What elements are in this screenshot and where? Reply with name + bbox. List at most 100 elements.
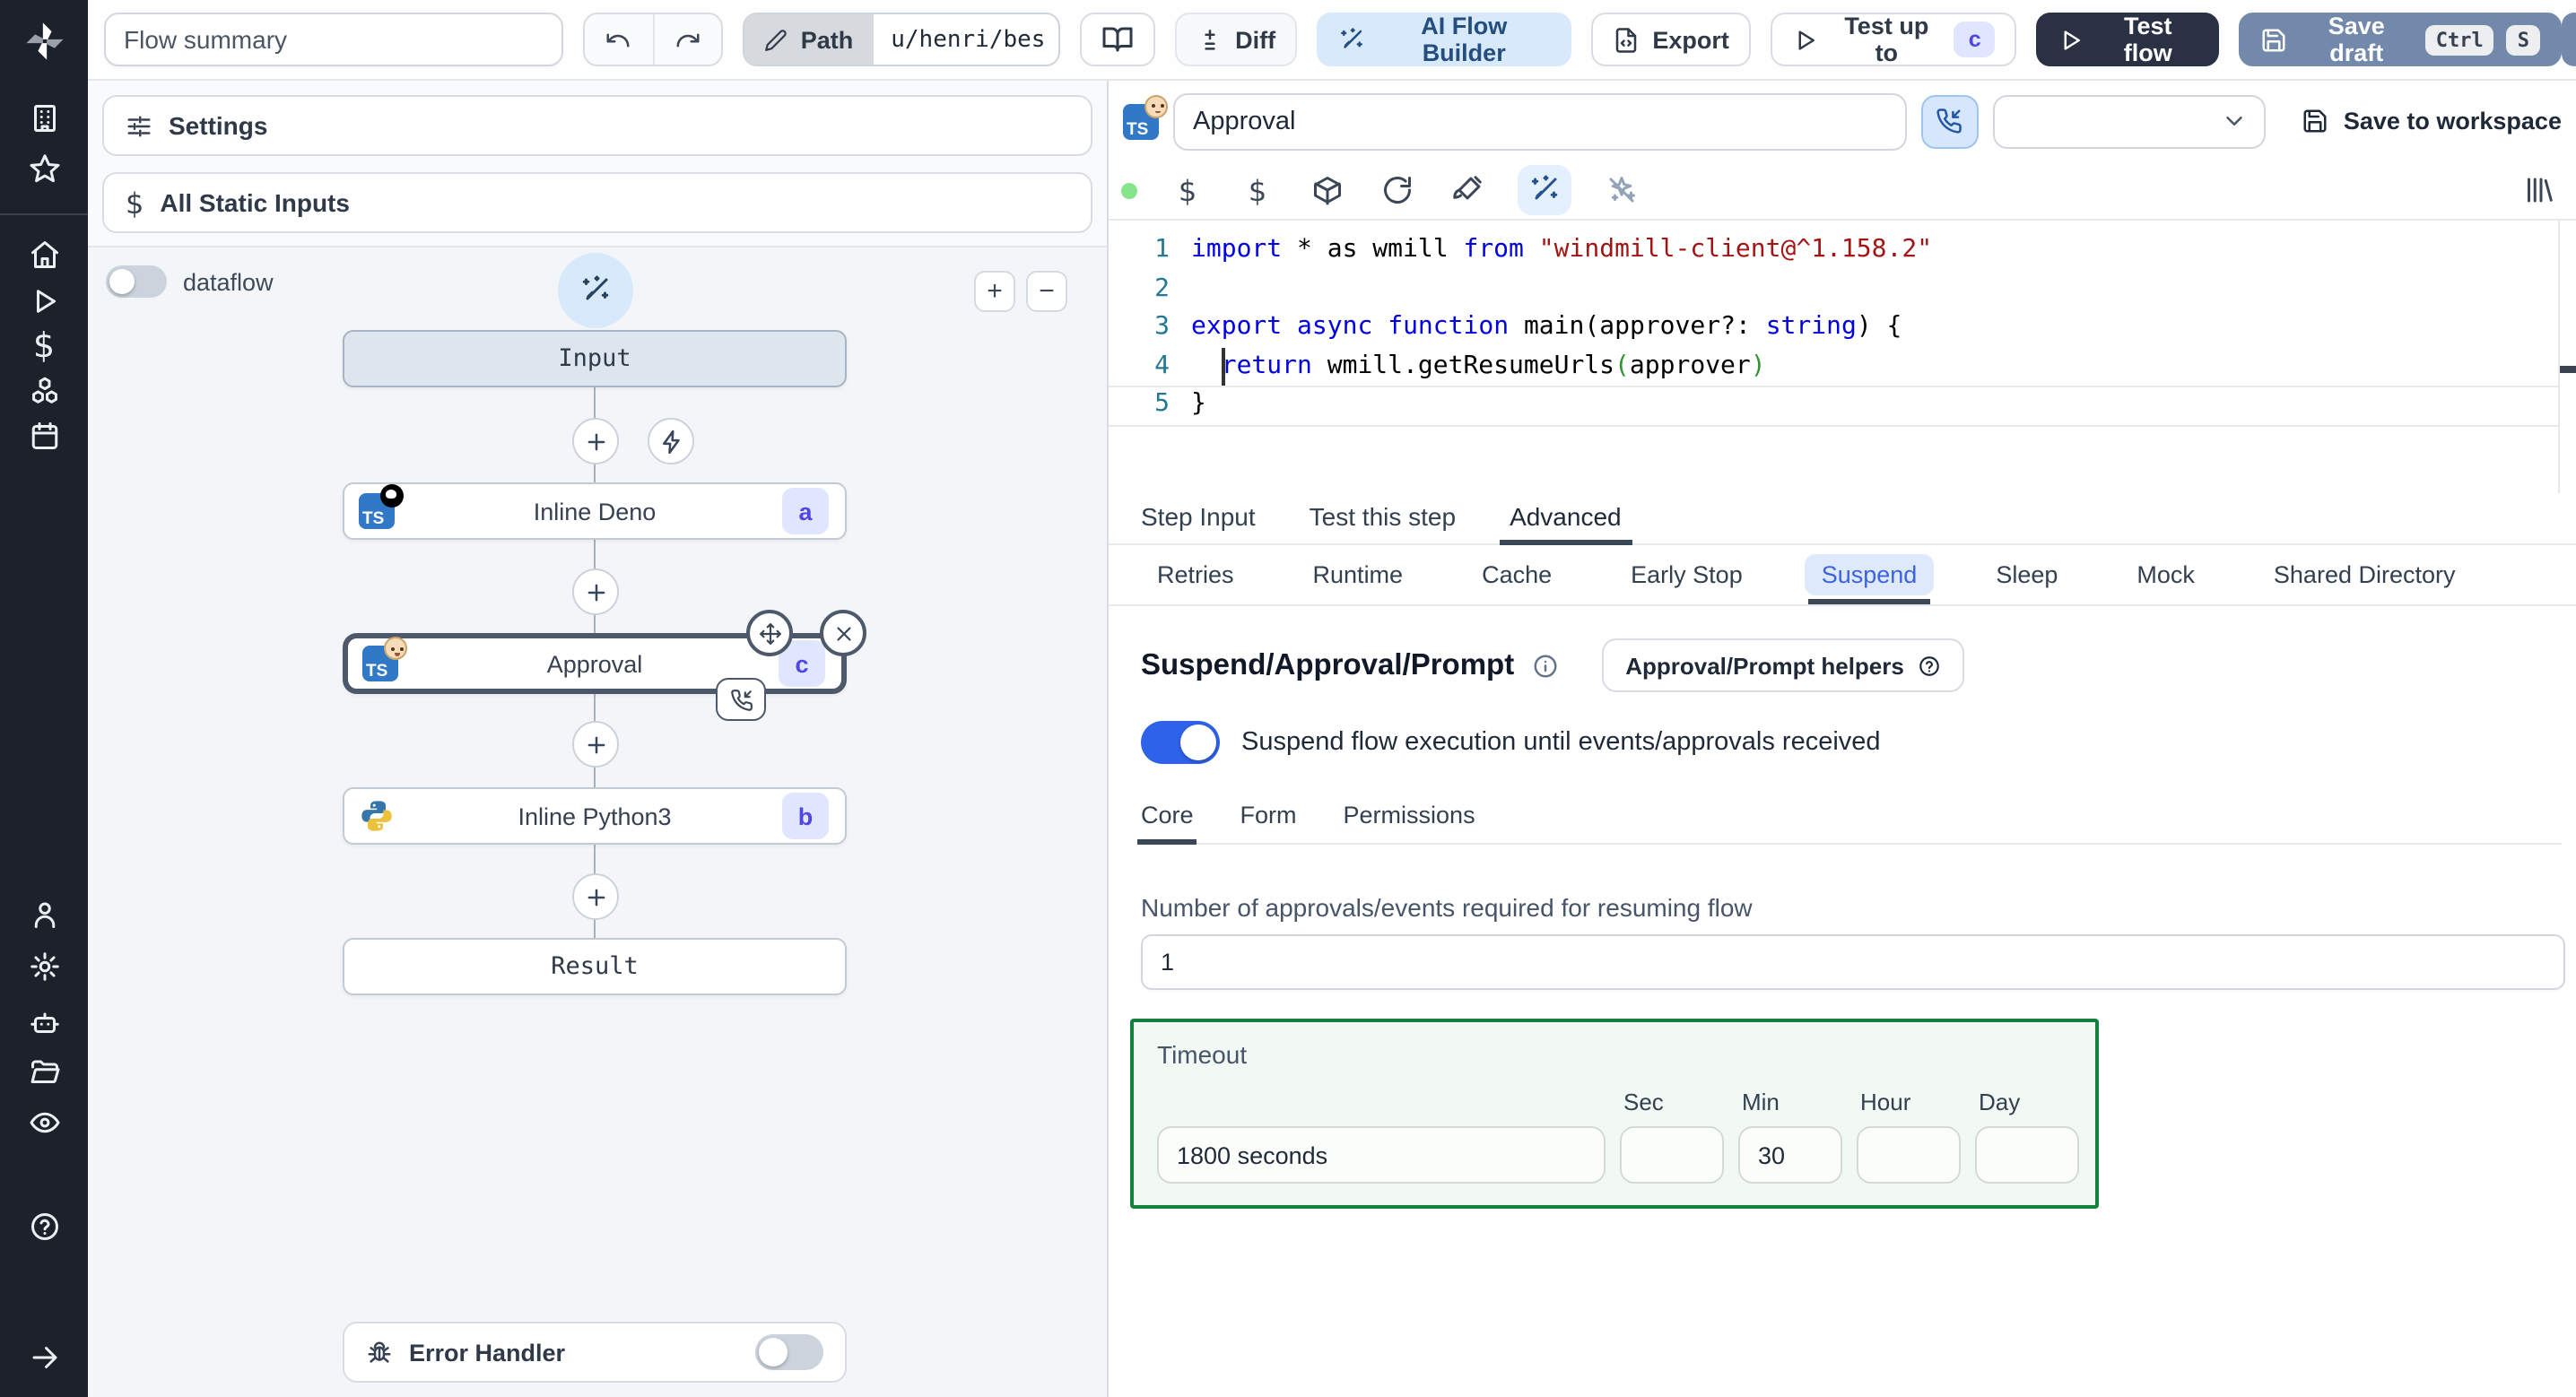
add-trigger-button[interactable] — [648, 418, 694, 464]
flow-settings-button[interactable]: Settings — [102, 95, 1092, 156]
add-step-button[interactable] — [572, 568, 619, 615]
flow-summary-input[interactable]: Flow summary — [104, 13, 563, 66]
timeout-hour-input[interactable] — [1857, 1126, 1961, 1184]
innertab-permissions[interactable]: Permissions — [1344, 802, 1475, 843]
innertab-form[interactable]: Form — [1240, 802, 1297, 843]
timeout-sec-input[interactable] — [1620, 1126, 1724, 1184]
error-handler-box[interactable]: Error Handler — [343, 1322, 847, 1383]
overview-ruler — [2558, 221, 2560, 493]
step-name-input[interactable]: Approval — [1173, 92, 1907, 150]
folder-icon[interactable] — [0, 1056, 88, 1089]
export-button[interactable]: Export — [1591, 13, 1751, 66]
dataflow-label: dataflow — [183, 268, 274, 295]
tab-test-this-step[interactable]: Test this step — [1310, 502, 1456, 543]
star-icon[interactable] — [0, 152, 88, 185]
code-editor[interactable]: 1 2 3 4 5 import * as wmill from "windmill-c… — [1109, 221, 2576, 493]
boxes-icon[interactable] — [0, 375, 88, 407]
package-icon[interactable] — [1308, 170, 1347, 210]
line-number: 1 — [1154, 235, 1170, 264]
subtab-shared-directory[interactable]: Shared Directory — [2258, 545, 2472, 604]
approval-prompt-helpers-button[interactable]: Approval/Prompt helpers — [1602, 638, 1965, 692]
subtab-sleep[interactable]: Sleep — [1980, 545, 2074, 604]
refresh-icon[interactable] — [1378, 170, 1417, 210]
subtab-early-stop[interactable]: Early Stop — [1614, 545, 1759, 604]
undo-button[interactable] — [585, 14, 654, 65]
all-static-inputs-button[interactable]: $ All Static Inputs — [102, 172, 1092, 233]
info-icon[interactable] — [1532, 652, 1559, 679]
approvals-count-input[interactable]: 1 — [1141, 934, 2565, 990]
suspend-heading: Suspend/Approval/Prompt — [1141, 648, 1515, 681]
bot-icon[interactable] — [0, 1006, 88, 1038]
library-icon[interactable] — [2519, 170, 2558, 210]
add-step-button[interactable] — [572, 721, 619, 768]
dollar-icon[interactable]: $ — [1238, 170, 1277, 210]
windmill-logo[interactable] — [0, 0, 88, 81]
line-number: 3 — [1154, 312, 1170, 341]
subtab-suspend[interactable]: Suspend — [1805, 545, 1934, 604]
error-handler-toggle[interactable] — [755, 1334, 823, 1370]
add-step-button[interactable] — [572, 418, 619, 464]
status-dot-green — [1121, 182, 1137, 198]
help-circle-icon[interactable] — [0, 1210, 88, 1243]
dataflow-toggle[interactable] — [106, 265, 167, 298]
flow-graph-canvas[interactable]: dataflow + − Input TS Inline Deno a TS A… — [88, 247, 1107, 1397]
innertab-core[interactable]: Core — [1136, 802, 1198, 845]
subtab-retries[interactable]: Retries — [1141, 545, 1250, 604]
suspend-toggle[interactable] — [1141, 721, 1220, 764]
docs-button[interactable] — [1079, 13, 1155, 66]
dollar-icon[interactable]: $ — [1168, 170, 1207, 210]
user-icon[interactable] — [0, 898, 88, 931]
subtab-runtime[interactable]: Runtime — [1297, 545, 1420, 604]
move-step-button[interactable] — [746, 610, 793, 656]
eye-icon[interactable] — [0, 1106, 88, 1139]
timeout-summary-input[interactable]: 1800 seconds — [1157, 1126, 1606, 1184]
wand-icon[interactable] — [1518, 165, 1571, 215]
line-number: 4 — [1154, 351, 1170, 379]
zoom-in-button[interactable]: + — [974, 271, 1015, 312]
arrow-right-icon[interactable] — [0, 1341, 88, 1374]
calendar-icon[interactable] — [0, 420, 88, 452]
subtab-cache[interactable]: Cache — [1466, 545, 1568, 604]
typescript-icon: TS — [1123, 94, 1168, 139]
subtab-mock[interactable]: Mock — [2120, 545, 2211, 604]
save-to-workspace-button[interactable]: Save to workspace — [2302, 108, 2562, 134]
ai-builder-graph-button[interactable] — [558, 253, 633, 328]
code-line: return wmill.getResumeUrls(approver) — [1221, 351, 1766, 379]
delete-step-button[interactable] — [820, 610, 866, 656]
ai-flow-builder-button[interactable]: AI Flow Builder — [1317, 13, 1572, 66]
suspend-step-badge — [716, 678, 766, 721]
add-step-button[interactable] — [572, 873, 619, 920]
suspend-phone-button[interactable] — [1920, 94, 1979, 148]
test-flow-button[interactable]: Test flow — [2036, 13, 2220, 66]
deploy-button-partial[interactable] — [2562, 13, 2576, 66]
flow-node-inline-deno[interactable]: TS Inline Deno a — [343, 482, 847, 540]
timeout-min-input[interactable]: 30 — [1738, 1126, 1842, 1184]
sparkles-icon[interactable] — [1602, 170, 1641, 210]
tab-step-input[interactable]: Step Input — [1141, 502, 1256, 543]
zoom-out-button[interactable]: − — [1026, 271, 1067, 312]
wand-icon — [582, 275, 609, 300]
gear-icon[interactable] — [0, 950, 88, 983]
home-icon[interactable] — [0, 239, 88, 271]
move-icon — [759, 622, 780, 644]
windmill-flow-editor: $ Flow summary Path u/henri/bes Diff AI … — [0, 0, 2576, 1397]
building-icon[interactable] — [0, 102, 88, 134]
paintbrush-icon[interactable] — [1448, 170, 1487, 210]
save-draft-button[interactable]: Save draft Ctrl S — [2239, 13, 2562, 66]
flow-node-inline-python3[interactable]: Inline Python3 b — [343, 787, 847, 845]
script-version-select[interactable] — [1992, 94, 2267, 148]
plus-icon — [587, 432, 605, 450]
redo-button[interactable] — [653, 14, 722, 65]
diff-button[interactable]: Diff — [1174, 13, 1298, 66]
timeout-day-input[interactable] — [1975, 1126, 2079, 1184]
play-icon[interactable] — [0, 285, 88, 317]
flow-node-result[interactable]: Result — [343, 938, 847, 995]
advanced-subtabs: Retries Runtime Cache Early Stop Suspend… — [1109, 545, 2576, 606]
test-up-to-button[interactable]: Test up to c — [1770, 13, 2017, 66]
tab-advanced[interactable]: Advanced — [1499, 502, 1633, 545]
path-button[interactable]: Path u/henri/bes — [743, 13, 1060, 66]
topbar: Flow summary Path u/henri/bes Diff AI Fl… — [88, 0, 2576, 81]
dollar-icon[interactable]: $ — [0, 329, 88, 364]
flow-node-input[interactable]: Input — [343, 330, 847, 387]
